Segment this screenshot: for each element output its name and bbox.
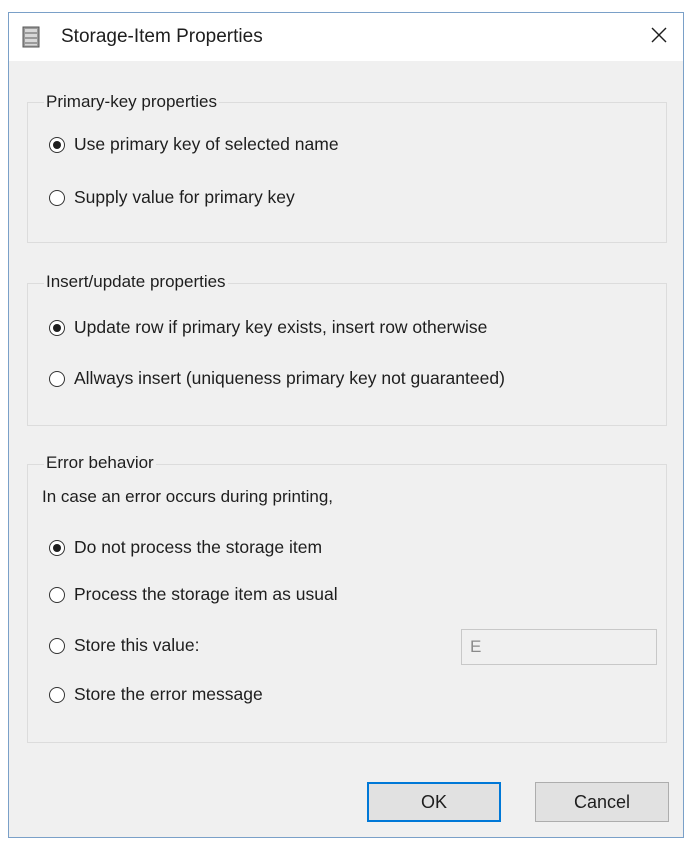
storage-item-properties-dialog: Storage-Item Properties Primary-key prop…: [8, 12, 684, 838]
radio-use-primary-key[interactable]: Use primary key of selected name: [49, 134, 339, 155]
insert-update-group-title: Insert/update properties: [44, 271, 228, 293]
dialog-title: Storage-Item Properties: [61, 26, 263, 47]
radio-supply-value[interactable]: Supply value for primary key: [49, 187, 295, 208]
radio-label: Update row if primary key exists, insert…: [74, 317, 488, 337]
radio-button[interactable]: [49, 370, 65, 387]
radio-label: Do not process the storage item: [74, 537, 323, 557]
radio-store-error-message[interactable]: Store the error message: [49, 684, 263, 705]
radio-button-checked[interactable]: [49, 539, 65, 556]
primary-key-group-title: Primary-key properties: [44, 91, 219, 113]
radio-store-value[interactable]: Store this value:: [49, 635, 199, 656]
radio-button[interactable]: [49, 686, 65, 703]
storage-item-icon: [22, 26, 40, 48]
radio-update-row[interactable]: Update row if primary key exists, insert…: [49, 317, 487, 338]
ok-button[interactable]: OK: [367, 782, 501, 822]
radio-process-as-usual[interactable]: Process the storage item as usual: [49, 584, 338, 605]
radio-button[interactable]: [49, 189, 65, 206]
radio-button-checked[interactable]: [49, 136, 65, 153]
primary-key-group: [27, 102, 667, 243]
radio-always-insert[interactable]: Allways insert (uniqueness primary key n…: [49, 368, 505, 389]
close-button[interactable]: [643, 21, 675, 53]
radio-button[interactable]: [49, 586, 65, 603]
error-behavior-group-title: Error behavior: [44, 452, 156, 474]
radio-label: Store the error message: [74, 684, 263, 704]
radio-label: Process the storage item as usual: [74, 584, 338, 604]
radio-label: Supply value for primary key: [74, 187, 295, 207]
store-value-input[interactable]: [461, 629, 657, 665]
radio-label: Allways insert (uniqueness primary key n…: [74, 368, 505, 388]
insert-update-group: [27, 283, 667, 426]
radio-button[interactable]: [49, 637, 65, 654]
radio-label: Use primary key of selected name: [74, 134, 339, 154]
close-icon: [651, 27, 667, 48]
radio-label: Store this value:: [74, 635, 200, 655]
radio-button-checked[interactable]: [49, 319, 65, 336]
error-description: In case an error occurs during printing,: [42, 487, 334, 506]
cancel-button[interactable]: Cancel: [535, 782, 669, 822]
title-bar: Storage-Item Properties: [9, 13, 683, 61]
radio-do-not-process[interactable]: Do not process the storage item: [49, 537, 322, 558]
